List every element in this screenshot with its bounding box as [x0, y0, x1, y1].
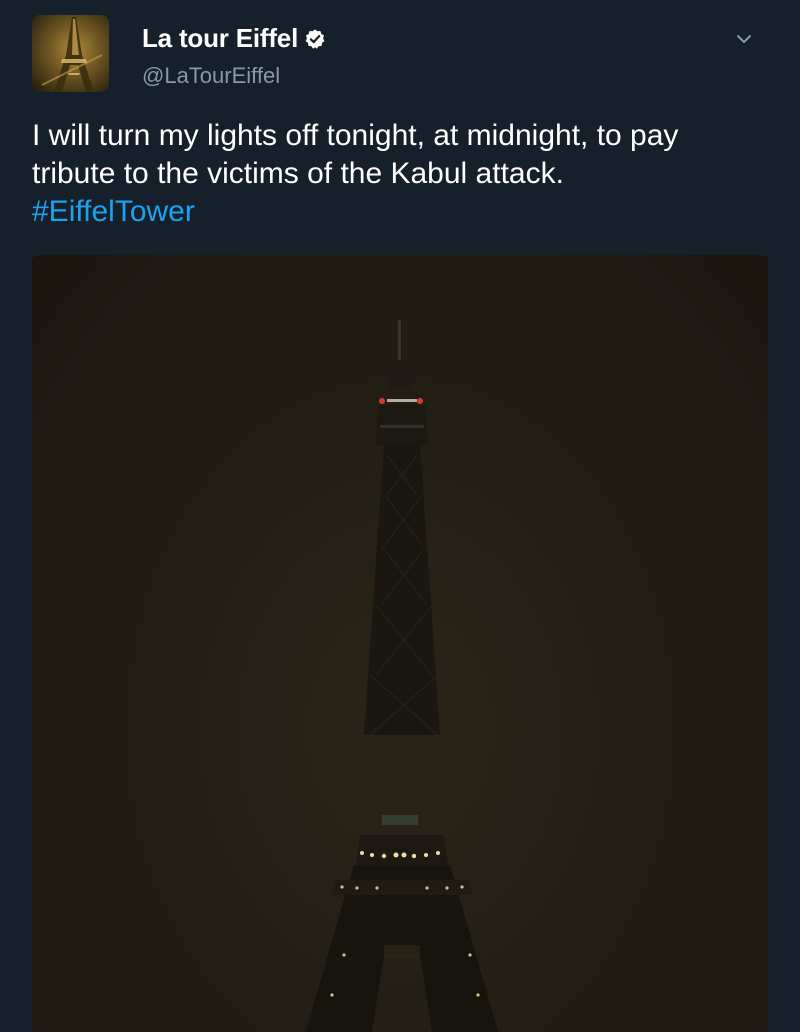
tweet-text-line: I will turn my lights off tonight, at mi…	[32, 119, 679, 152]
avatar[interactable]	[32, 15, 109, 92]
verified-badge-icon	[305, 28, 325, 49]
tweet: La tour Eiffel @LaTourEiffel I will turn…	[0, 0, 800, 1032]
tower-red-light	[379, 398, 385, 404]
tower-second-platform	[356, 835, 448, 865]
hashtag-link[interactable]: #EiffelTower	[32, 193, 772, 231]
tweet-text-line: tribute to the victims of the Kabul atta…	[32, 157, 564, 190]
tower-top-light	[387, 399, 417, 402]
tower-antenna	[398, 320, 401, 360]
tower-shaft	[364, 445, 440, 735]
eiffel-tower-night-photo	[305, 320, 499, 1032]
tweet-media[interactable]	[32, 255, 768, 1032]
author-handle[interactable]: @LaTourEiffel	[142, 63, 280, 89]
display-name[interactable]: La tour Eiffel	[142, 23, 298, 54]
tweet-text: I will turn my lights off tonight, at mi…	[32, 117, 772, 231]
tower-red-light	[417, 398, 423, 404]
tower-spire	[389, 360, 410, 390]
chevron-down-icon[interactable]	[735, 32, 753, 46]
eiffel-tower-avatar-icon	[32, 15, 109, 92]
author-name-row[interactable]: La tour Eiffel	[142, 23, 326, 54]
